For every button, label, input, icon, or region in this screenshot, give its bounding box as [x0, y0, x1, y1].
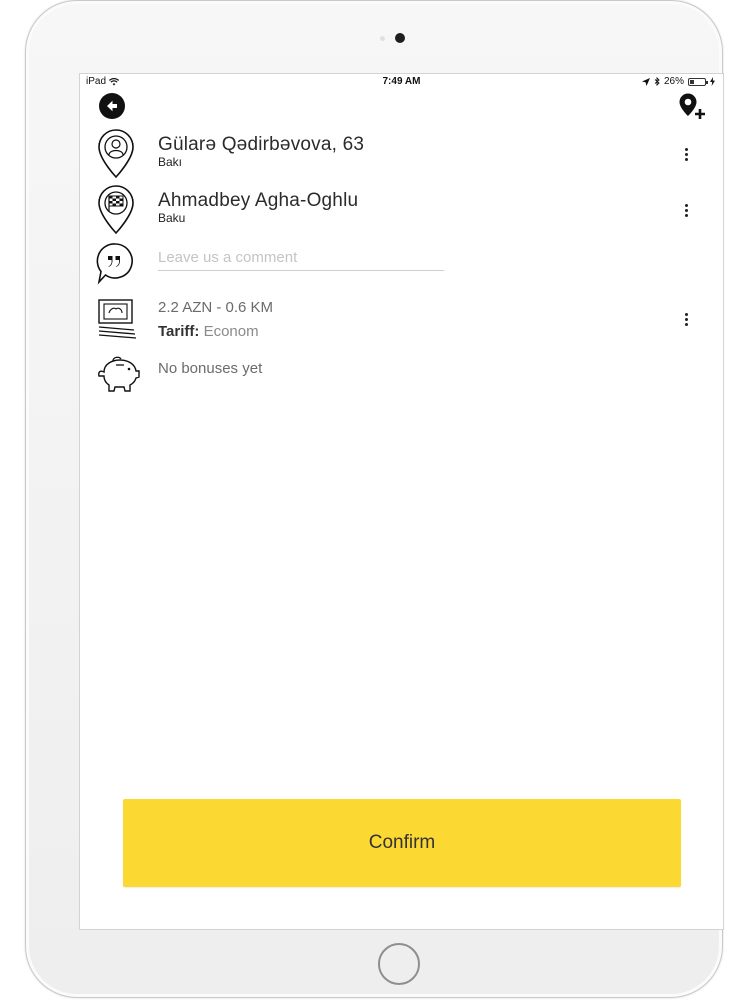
- pickup-city: Bakı: [158, 155, 183, 169]
- home-button[interactable]: [378, 943, 420, 985]
- back-button[interactable]: [99, 93, 125, 119]
- tariff-label: Tariff:: [158, 323, 200, 340]
- status-right: 26%: [641, 76, 715, 87]
- bonus-text: No bonuses yet: [158, 360, 263, 377]
- comment-input[interactable]: [158, 244, 444, 271]
- status-bar: iPad 7:49 AM 26%: [80, 74, 723, 90]
- location-arrow-icon: [641, 77, 650, 86]
- battery-level: [690, 79, 694, 84]
- pickup-row[interactable]: Gülarə Qədirbəvova, 63 Bakı: [80, 128, 723, 180]
- destination-row[interactable]: Ahmadbey Agha-Oghlu Baku: [80, 184, 723, 236]
- charging-bolt-icon: [710, 77, 715, 86]
- tariff-value: Econom: [203, 323, 259, 340]
- destination-more-button[interactable]: [679, 200, 693, 220]
- front-camera: [395, 33, 405, 43]
- money-bill-icon: [98, 299, 137, 339]
- camera-sensor: [380, 36, 385, 41]
- destination-address: Ahmadbey Agha-Oghlu: [158, 190, 359, 211]
- add-location-pin-icon: [679, 93, 705, 119]
- status-time: 7:49 AM: [382, 76, 421, 87]
- fare-row[interactable]: 2.2 AZN - 0.6 KM Tariff: Econom: [80, 299, 723, 345]
- back-arrow-icon: [107, 100, 117, 112]
- pickup-address: Gülarə Qədirbəvova, 63: [158, 134, 365, 155]
- pickup-pin-person-icon: [98, 129, 134, 179]
- comment-quote-bubble-icon: [96, 243, 133, 285]
- piggy-bank-icon: [98, 356, 140, 392]
- bluetooth-icon: [654, 77, 660, 86]
- confirm-button[interactable]: Confirm: [123, 799, 681, 887]
- battery-cap: [706, 80, 708, 84]
- battery-icon: [688, 77, 708, 86]
- add-location-button[interactable]: [677, 92, 707, 122]
- fare-more-button[interactable]: [679, 309, 693, 329]
- fare-tariff: Tariff: Econom: [158, 323, 259, 340]
- destination-pin-flag-icon: [98, 185, 134, 235]
- app-screen: iPad 7:49 AM 26% Gülarə Qədirbəvova, 63 …: [79, 73, 724, 930]
- battery-percent: 26%: [663, 76, 684, 87]
- pickup-more-button[interactable]: [679, 144, 693, 164]
- comment-row: [80, 242, 723, 292]
- bonus-row: No bonuses yet: [80, 354, 723, 398]
- ipad-frame: iPad 7:49 AM 26% Gülarə Qədirbəvova, 63 …: [25, 0, 724, 998]
- destination-city: Baku: [158, 211, 186, 225]
- fare-price-distance: 2.2 AZN - 0.6 KM: [158, 299, 274, 316]
